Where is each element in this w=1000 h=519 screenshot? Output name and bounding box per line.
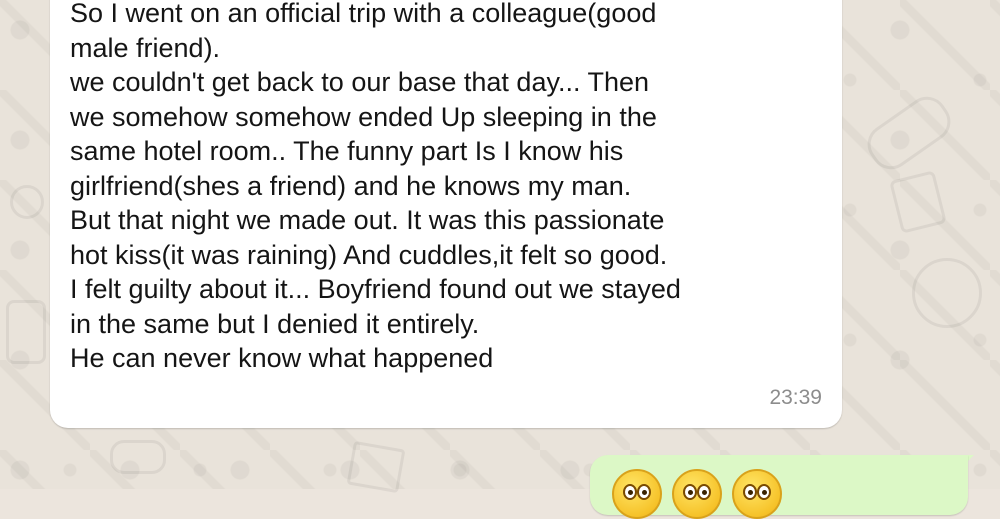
emoji-eye xyxy=(697,484,711,500)
message-timestamp: 23:39 xyxy=(769,386,822,409)
wallpaper-doodle xyxy=(110,440,166,474)
wallpaper-doodle xyxy=(859,88,959,178)
incoming-message-bubble[interactable]: So I went on an official trip with a col… xyxy=(50,0,842,428)
wallpaper-doodle xyxy=(10,185,44,219)
emoji-eye xyxy=(623,484,637,500)
message-line: we somehow somehow ended Up sleeping in … xyxy=(70,101,657,132)
flushed-face-emoji-icon xyxy=(612,469,662,519)
message-line: But that night we made out. It was this … xyxy=(70,205,665,235)
wallpaper-doodle xyxy=(912,258,982,328)
message-line: He can never know what happened xyxy=(70,343,494,373)
wallpaper-doodle xyxy=(889,170,947,234)
flushed-face-emoji-icon xyxy=(732,469,782,519)
message-line: So I went on an official trip with a col… xyxy=(70,0,657,28)
wallpaper-doodle xyxy=(346,440,406,494)
message-line: hot kiss(it was raining) And cuddles,it … xyxy=(70,239,668,270)
emoji-eye xyxy=(743,484,757,500)
flushed-face-emoji-icon xyxy=(672,469,722,519)
message-line: girlfriend(shes a friend) and he knows m… xyxy=(70,170,632,201)
wallpaper-doodle xyxy=(6,300,46,364)
emoji-eye xyxy=(757,484,771,500)
message-line: in the same but I denied it entirely. xyxy=(70,308,480,339)
emoji-eye xyxy=(683,484,697,500)
message-line: male friend). xyxy=(70,32,221,63)
message-line: same hotel room.. The funny part Is I kn… xyxy=(70,136,624,166)
emoji-eye xyxy=(637,484,651,500)
emoji-row xyxy=(612,469,782,519)
message-line: we couldn't get back to our base that da… xyxy=(70,67,650,97)
message-text: So I went on an official trip with a col… xyxy=(70,0,681,376)
outgoing-message-bubble[interactable] xyxy=(590,455,968,519)
message-line: I felt guilty about it... Boyfriend foun… xyxy=(70,274,681,304)
